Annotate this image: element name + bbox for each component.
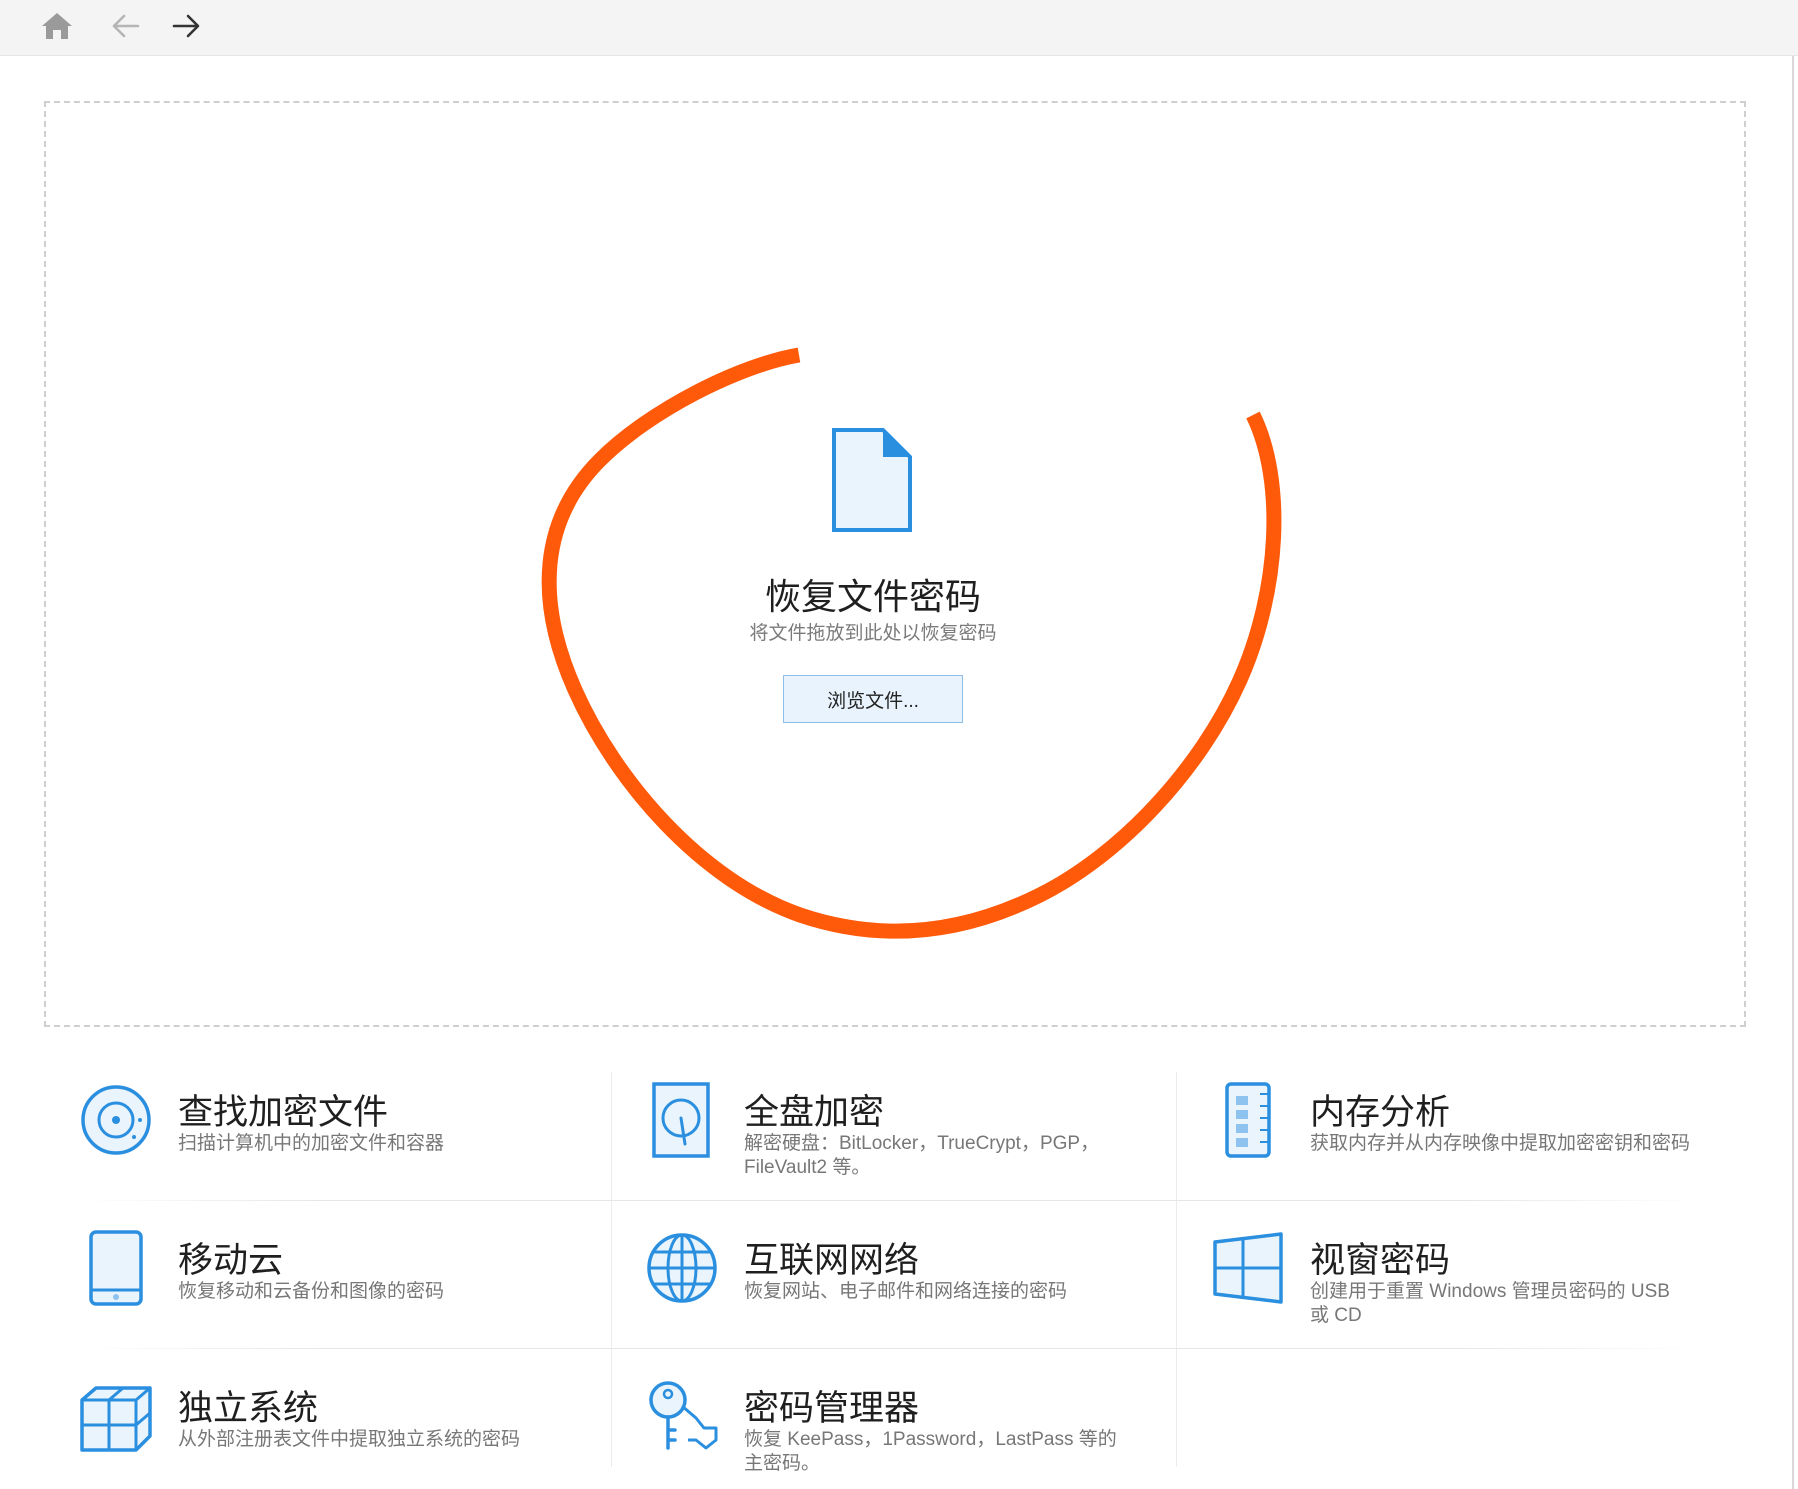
globe-icon [647,1233,717,1303]
feature-standalone-system[interactable]: 独立系统 从外部注册表文件中提取独立系统的密码 [48,1368,568,1489]
feature-description: 解密硬盘：BitLocker，TrueCrypt，PGP，FileVault2 … [744,1133,1100,1178]
feature-title: 视窗密码 [1310,1241,1451,1280]
windows-icon [1213,1232,1283,1304]
disk-scan-icon [81,1085,151,1155]
arrow-left-icon [112,14,140,38]
hard-drive-icon [652,1082,710,1158]
feature-title: 全盘加密 [744,1093,885,1132]
feature-password-managers[interactable]: 密码管理器 恢复 KeePass，1Password，LastPass 等的主密… [614,1368,1134,1489]
keys-icon [649,1381,718,1450]
browse-files-button[interactable]: 浏览文件... [783,675,963,723]
feature-internet-network[interactable]: 互联网网络 恢复网站、电子邮件和网络连接的密码 [614,1220,1134,1350]
column-divider [611,1072,612,1467]
column-divider [1176,1072,1177,1467]
feature-windows-password[interactable]: 视窗密码 创建用于重置 Windows 管理员密码的 USB 或 CD [1180,1220,1700,1350]
feature-title: 独立系统 [178,1389,319,1428]
feature-description: 创建用于重置 Windows 管理员密码的 USB 或 CD [1310,1281,1670,1326]
navigation-toolbar [0,0,1798,56]
drop-subtitle: 将文件拖放到此处以恢复密码 [749,623,997,644]
tablet-icon [89,1230,143,1306]
forward-button[interactable] [164,6,208,46]
file-icon [832,428,912,532]
home-icon [42,13,72,39]
feature-title: 内存分析 [1310,1093,1451,1132]
feature-title: 密码管理器 [744,1389,920,1428]
feature-title: 移动云 [178,1241,284,1280]
feature-mobile-cloud[interactable]: 移动云 恢复移动和云备份和图像的密码 [48,1220,568,1350]
cubes-icon [80,1386,152,1452]
feature-description: 获取内存并从内存映像中提取加密密钥和密码 [1310,1133,1691,1154]
feature-title: 互联网网络 [744,1241,920,1280]
feature-description: 恢复网站、电子邮件和网络连接的密码 [744,1281,1068,1302]
arrow-right-icon [172,14,200,38]
feature-description: 从外部注册表文件中提取独立系统的密码 [178,1429,521,1450]
window-edge [1792,56,1794,1489]
back-button[interactable] [104,6,148,46]
feature-description: 恢复移动和云备份和图像的密码 [178,1281,445,1302]
memory-chip-icon [1225,1082,1271,1158]
feature-title: 查找加密文件 [178,1093,389,1132]
drop-title: 恢复文件密码 [764,576,981,617]
feature-memory-analysis[interactable]: 内存分析 获取内存并从内存映像中提取加密密钥和密码 [1180,1072,1700,1202]
file-drop-zone[interactable] [44,101,1746,1027]
feature-description: 恢复 KeePass，1Password，LastPass 等的主密码。 [744,1429,1117,1474]
home-button[interactable] [35,6,79,46]
feature-description: 扫描计算机中的加密文件和容器 [178,1133,445,1154]
feature-full-disk-encryption[interactable]: 全盘加密 解密硬盘：BitLocker，TrueCrypt，PGP，FileVa… [614,1072,1134,1202]
feature-find-encrypted-files[interactable]: 查找加密文件 扫描计算机中的加密文件和容器 [48,1072,568,1202]
